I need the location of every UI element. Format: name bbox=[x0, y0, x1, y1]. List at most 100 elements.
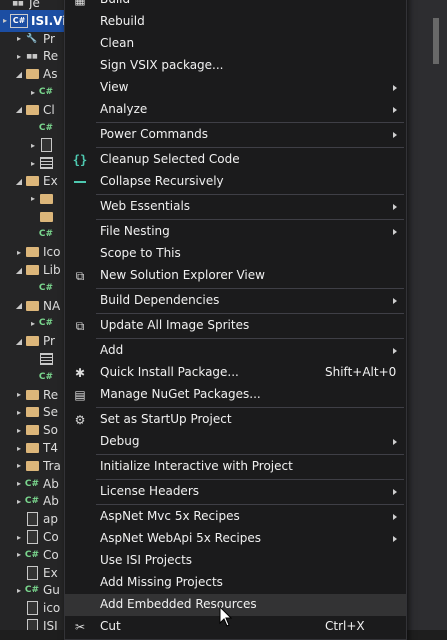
folder-icon bbox=[24, 67, 40, 81]
expand-arrow-icon[interactable]: ▸ bbox=[14, 426, 24, 435]
expand-arrow-icon[interactable]: ▸ bbox=[28, 319, 38, 328]
menu-item-web-essentials[interactable]: Web Essentials bbox=[65, 196, 406, 218]
folder-icon bbox=[24, 441, 40, 455]
tree-item-label: Co bbox=[43, 530, 59, 544]
menu-item-scope-to-this[interactable]: Scope to This bbox=[65, 243, 406, 265]
tree-item-label: Je bbox=[29, 0, 40, 10]
menu-item-debug[interactable]: Debug bbox=[65, 431, 406, 453]
collapse-icon bbox=[70, 174, 90, 190]
expand-arrow-icon[interactable]: ▸ bbox=[14, 479, 24, 488]
menu-item-label: File Nesting bbox=[100, 224, 170, 238]
menu-item-add[interactable]: Add bbox=[65, 340, 406, 362]
expand-arrow-icon[interactable]: ▸ bbox=[14, 461, 24, 470]
file-icon bbox=[24, 566, 40, 580]
tree-item-label: Ab bbox=[43, 494, 59, 509]
menu-item-add-missing-projects[interactable]: Add Missing Projects bbox=[65, 572, 406, 594]
menu-item-label: Cleanup Selected Code bbox=[100, 152, 240, 166]
menu-item-cleanup-selected-code[interactable]: {} Cleanup Selected Code bbox=[65, 149, 406, 171]
package-icon: ✱ bbox=[74, 366, 86, 380]
expand-arrow-icon[interactable]: ◢ bbox=[14, 266, 24, 275]
expand-arrow-icon[interactable]: ▸ bbox=[28, 88, 38, 97]
menu-item-sign-vsix-package[interactable]: Sign VSIX package... bbox=[65, 55, 406, 77]
nuget-icon: ▤ bbox=[74, 388, 86, 402]
menu-item-initialize-interactive-with-project[interactable]: Initialize Interactive with Project bbox=[65, 456, 406, 478]
tree-item-label: Se bbox=[43, 405, 58, 420]
expand-arrow-icon[interactable]: ▸ bbox=[28, 194, 38, 203]
menu-item-collapse-recursively[interactable]: Collapse Recursively bbox=[65, 171, 406, 193]
csharp-file-icon: C# bbox=[24, 549, 40, 560]
folder-icon bbox=[24, 405, 40, 419]
menu-item-label: License Headers bbox=[100, 484, 199, 498]
menu-item-label: Scope to This bbox=[100, 246, 181, 260]
menu-item-use-isi-projects[interactable]: Use ISI Projects bbox=[65, 550, 406, 572]
menu-item-quick-install-package[interactable]: ✱ Quick Install Package... Shift+Alt+0 bbox=[65, 362, 406, 384]
curly-braces-icon: {} bbox=[72, 153, 88, 167]
expand-arrow-icon[interactable]: ▸ bbox=[28, 141, 38, 150]
menu-separator bbox=[96, 479, 404, 480]
expand-arrow-icon[interactable]: ▸ bbox=[14, 550, 24, 559]
tree-item-label: T4 bbox=[43, 441, 58, 455]
expand-arrow-icon[interactable]: ▸ bbox=[14, 248, 24, 257]
menu-item-label: AspNet Mvc 5x Recipes bbox=[100, 509, 240, 523]
menu-item-label: New Solution Explorer View bbox=[100, 268, 265, 282]
references-icon bbox=[10, 0, 26, 10]
csharp-file-icon: C# bbox=[38, 122, 54, 133]
menu-separator bbox=[96, 338, 404, 339]
menu-item-analyze[interactable]: Analyze bbox=[65, 99, 406, 121]
expand-arrow-icon[interactable]: ▸ bbox=[14, 497, 24, 506]
menu-item-set-as-startup-project[interactable]: ⚙ Set as StartUp Project bbox=[65, 409, 406, 431]
menu-item-label: Build Dependencies bbox=[100, 293, 220, 307]
menu-item-update-all-image-sprites[interactable]: ⧉ Update All Image Sprites bbox=[65, 315, 406, 337]
tree-item-label: Ex bbox=[43, 174, 58, 188]
folder-icon bbox=[24, 174, 40, 188]
mouse-cursor-icon bbox=[219, 606, 233, 627]
scrollbar-thumb[interactable] bbox=[433, 18, 439, 64]
expand-arrow-icon[interactable]: ◢ bbox=[14, 177, 24, 186]
folder-icon bbox=[24, 334, 40, 348]
expand-arrow-icon[interactable]: ▸ bbox=[14, 52, 24, 61]
expand-arrow-icon[interactable]: ▸ bbox=[14, 444, 24, 453]
csharp-file-icon: C# bbox=[38, 282, 54, 293]
menu-item-new-solution-explorer-view[interactable]: ⧉ New Solution Explorer View bbox=[65, 265, 406, 287]
expand-arrow-icon[interactable]: ▸ bbox=[0, 16, 10, 25]
expand-arrow-icon[interactable]: ◢ bbox=[14, 70, 24, 79]
menu-item-build[interactable]: ▦ Build bbox=[65, 0, 406, 11]
folder-icon bbox=[38, 192, 54, 206]
menu-item-aspnet-mvc-5x-recipes[interactable]: AspNet Mvc 5x Recipes bbox=[65, 506, 406, 528]
folder-icon bbox=[38, 210, 54, 224]
expand-arrow-icon[interactable]: ◢ bbox=[14, 337, 24, 346]
submenu-arrow-icon bbox=[393, 132, 397, 138]
tree-item-label: ISI bbox=[43, 619, 58, 630]
menu-item-cut[interactable]: ✂ Cut Ctrl+X bbox=[65, 616, 406, 638]
menu-item-power-commands[interactable]: Power Commands bbox=[65, 124, 406, 146]
menu-separator bbox=[96, 288, 404, 289]
menu-item-label: Cut bbox=[100, 619, 121, 633]
tree-item-label: Re bbox=[43, 387, 59, 402]
menu-item-label: Clean bbox=[100, 36, 135, 50]
file-icon bbox=[24, 530, 40, 544]
menu-item-add-embedded-resources[interactable]: Add Embedded Resources bbox=[65, 594, 406, 616]
expand-arrow-icon[interactable]: ▸ bbox=[14, 408, 24, 417]
menu-item-manage-nuget-packages[interactable]: ▤ Manage NuGet Packages... bbox=[65, 384, 406, 406]
context-menu: ▦ Build Rebuild Clean Sign VSIX package... Vi… bbox=[64, 0, 407, 640]
expand-arrow-icon[interactable]: ◢ bbox=[14, 105, 24, 114]
menu-item-license-headers[interactable]: License Headers bbox=[65, 481, 406, 503]
expand-arrow-icon[interactable]: ◢ bbox=[14, 301, 24, 310]
menu-item-rebuild[interactable]: Rebuild bbox=[65, 11, 406, 33]
expand-arrow-icon[interactable]: ▸ bbox=[14, 34, 24, 43]
tree-item-label: Cl bbox=[43, 102, 55, 117]
folder-icon bbox=[24, 423, 40, 437]
menu-item-file-nesting[interactable]: File Nesting bbox=[65, 221, 406, 243]
folder-icon bbox=[24, 103, 40, 117]
expand-arrow-icon[interactable]: ▸ bbox=[14, 533, 24, 542]
expand-arrow-icon[interactable]: ▸ bbox=[14, 586, 24, 595]
menu-item-label: Sign VSIX package... bbox=[100, 58, 224, 72]
menu-item-clean[interactable]: Clean bbox=[65, 33, 406, 55]
expand-arrow-icon[interactable]: ▸ bbox=[14, 390, 24, 399]
tree-item-label: Gu bbox=[43, 583, 60, 598]
menu-item-aspnet-webapi-5x-recipes[interactable]: AspNet WebApi 5x Recipes bbox=[65, 528, 406, 550]
menu-item-view[interactable]: View bbox=[65, 77, 406, 99]
expand-arrow-icon[interactable]: ▸ bbox=[28, 159, 38, 168]
menu-item-build-dependencies[interactable]: Build Dependencies bbox=[65, 290, 406, 312]
file-icon bbox=[24, 601, 40, 615]
